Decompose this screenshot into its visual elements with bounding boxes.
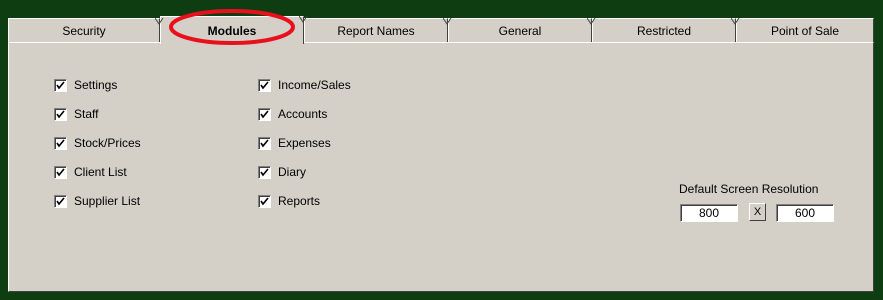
module-checkbox-expenses[interactable]: Expenses [258,135,331,151]
resolution-label: Default Screen Resolution [679,182,819,196]
tab-point-of-sale[interactable]: Point of Sale [736,18,874,42]
module-checkbox-staff[interactable]: Staff [54,106,98,122]
checkbox-label: Expenses [278,136,331,150]
tab-label: Restricted [636,23,692,38]
checkmark-icon [260,138,269,147]
tab-label: Point of Sale [770,23,840,38]
resolution-height-input[interactable] [776,204,834,222]
checkbox-box[interactable] [258,194,271,208]
module-checkbox-reports[interactable]: Reports [258,193,320,209]
checkbox-box[interactable] [54,194,67,208]
checkmark-icon [56,80,65,89]
tab-notch-icon [155,18,164,25]
tab-label: Security [62,23,106,38]
checkbox-label: Stock/Prices [74,136,141,150]
resolution-separator: X [753,206,762,218]
checkbox-box[interactable] [258,136,271,150]
tab-strip: Security Modules Report Names General Re… [8,16,874,44]
tab-notch-icon [443,18,452,25]
checkbox-box[interactable] [258,165,271,179]
checkbox-label: Supplier List [74,194,141,208]
checkmark-icon [260,109,269,118]
checkbox-box[interactable] [258,78,271,92]
checkbox-label: Client List [74,165,127,179]
resolution-swap-button[interactable]: X [749,203,766,221]
tab-label: General [498,23,542,38]
tab-notch-icon [731,18,740,25]
tab-notch-icon [587,18,596,25]
checkmark-icon [56,167,65,176]
checkbox-label: Settings [74,78,118,92]
module-checkbox-accounts[interactable]: Accounts [258,106,327,122]
tab-report-names[interactable]: Report Names [304,18,452,42]
resolution-width-input[interactable] [680,204,738,222]
checkmark-icon [260,80,269,89]
tab-label: Report Names [337,23,415,38]
checkbox-label: Reports [278,194,321,208]
module-checkbox-settings[interactable]: Settings [54,77,117,93]
checkbox-box[interactable] [54,165,67,179]
modules-panel: Settings Staff Stock/Prices Client List … [8,42,874,292]
checkmark-icon [56,196,65,205]
module-checkbox-stock-prices[interactable]: Stock/Prices [54,135,141,151]
tab-notch-icon [299,16,308,23]
tab-general[interactable]: General [448,18,596,42]
checkmark-icon [260,167,269,176]
module-checkbox-income-sales[interactable]: Income/Sales [258,77,351,93]
checkbox-box[interactable] [54,136,67,150]
module-checkbox-supplier-list[interactable]: Supplier List [54,193,140,209]
checkbox-label: Diary [278,165,307,179]
tab-security[interactable]: Security [8,18,164,42]
module-checkbox-client-list[interactable]: Client List [54,164,127,180]
checkmark-icon [56,138,65,147]
checkbox-box[interactable] [54,78,67,92]
checkbox-box[interactable] [54,107,67,121]
checkmark-icon [56,109,65,118]
checkbox-label: Income/Sales [278,78,351,92]
checkbox-label: Accounts [278,107,328,121]
checkmark-icon [260,196,269,205]
checkbox-label: Staff [74,107,99,121]
module-checkbox-diary[interactable]: Diary [258,164,306,180]
checkbox-box[interactable] [258,107,271,121]
tab-restricted[interactable]: Restricted [592,18,740,42]
tab-label: Modules [207,23,257,38]
tab-modules[interactable]: Modules [160,16,308,44]
